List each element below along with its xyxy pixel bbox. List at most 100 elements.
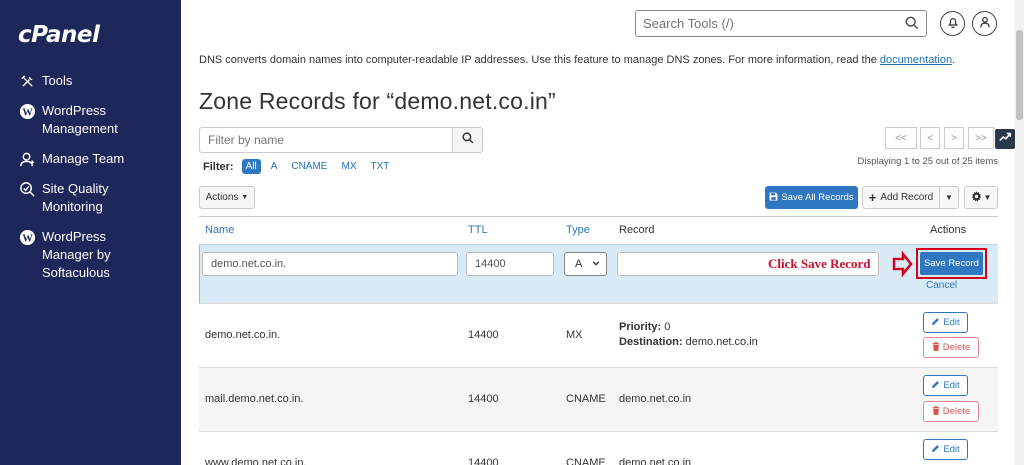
ttl-input[interactable]: 14400 xyxy=(466,252,554,276)
add-record-caret[interactable]: ▼ xyxy=(940,186,959,209)
edit-label: Edit xyxy=(943,444,960,455)
row-name: mail.demo.net.co.in. xyxy=(205,393,304,405)
scrollbar-thumb[interactable] xyxy=(1016,30,1023,120)
table-row xyxy=(199,303,998,367)
sidebar-item-label: WordPress Management xyxy=(42,103,118,136)
settings-dropdown[interactable]: ▼ xyxy=(964,186,998,209)
edit-button[interactable]: Edit xyxy=(923,312,968,333)
column-record: Record xyxy=(619,224,655,236)
sidebar-item-tools[interactable]: Tools xyxy=(18,72,72,90)
actions-dropdown[interactable]: Actions ▼ xyxy=(199,186,255,209)
row-name: www.demo.net.co.in. xyxy=(205,457,307,465)
search-tools xyxy=(635,10,927,37)
column-type[interactable]: Type xyxy=(566,224,590,236)
row-destination: Destination: demo.net.co.in xyxy=(619,336,758,348)
pager-first[interactable]: << xyxy=(885,127,917,149)
user-button[interactable] xyxy=(972,11,997,36)
filter-input[interactable] xyxy=(199,127,453,153)
edit-button[interactable]: Edit xyxy=(923,439,968,460)
actions-label: Actions xyxy=(205,192,239,203)
site-quality-icon xyxy=(18,180,36,198)
row-name: demo.net.co.in. xyxy=(205,329,281,341)
filter-cname[interactable]: CNAME xyxy=(291,161,327,172)
sidebar: cPanel Tools W WordPress Management Mana… xyxy=(0,0,181,465)
filter-label: Filter: xyxy=(203,160,234,173)
save-all-label: Save All Records xyxy=(781,192,854,203)
trash-icon xyxy=(932,341,940,354)
row-type: CNAME xyxy=(566,393,606,405)
add-record-label: Add Record xyxy=(880,192,934,203)
caret-down-icon: ▼ xyxy=(983,193,992,202)
bell-icon xyxy=(947,15,959,33)
edit-label: Edit xyxy=(943,317,960,328)
notifications-button[interactable] xyxy=(940,11,965,36)
caret-down-icon: ▼ xyxy=(945,193,953,202)
gear-icon xyxy=(971,191,982,204)
name-input[interactable]: demo.net.co.in. xyxy=(202,252,458,276)
edit-button[interactable]: Edit xyxy=(923,375,968,396)
user-icon xyxy=(979,15,991,33)
click-save-callout: Click Save Record xyxy=(768,256,871,271)
type-value: A xyxy=(575,258,583,270)
intro-sentence: DNS converts domain names into computer-… xyxy=(199,54,880,66)
save-all-records-button[interactable]: Save All Records xyxy=(765,186,858,209)
chevron-down-icon xyxy=(592,258,600,270)
destination-label: Destination: xyxy=(619,336,683,348)
displaying-count: Displaying 1 to 25 out of 25 items xyxy=(857,156,998,167)
row-ttl: 14400 xyxy=(468,457,499,465)
wordpress-icon: W xyxy=(18,228,36,246)
save-record-button[interactable]: Save Record xyxy=(920,252,983,275)
tools-icon xyxy=(18,72,36,90)
sidebar-item-manage-team[interactable]: Manage Team xyxy=(18,150,124,168)
sidebar-item-label: Manage Team xyxy=(42,151,125,166)
edit-label: Edit xyxy=(943,380,960,391)
filter-row: Filter: All A CNAME MX TXT xyxy=(203,159,403,174)
column-name[interactable]: Name xyxy=(205,224,234,236)
table-header-rule xyxy=(199,216,998,217)
row-record: demo.net.co.in xyxy=(619,393,692,405)
type-select[interactable]: A xyxy=(564,252,607,276)
trend-button[interactable] xyxy=(995,129,1015,149)
pager-prev[interactable]: < xyxy=(920,127,940,149)
manage-team-icon xyxy=(18,150,36,168)
documentation-link[interactable]: documentation xyxy=(880,54,952,66)
plus-icon: + xyxy=(868,190,877,205)
filter-search-button[interactable] xyxy=(452,127,483,153)
pencil-icon xyxy=(931,444,940,456)
sidebar-item-label: Tools xyxy=(42,73,73,88)
pager-last[interactable]: >> xyxy=(968,127,994,149)
cancel-link[interactable]: Cancel xyxy=(926,280,957,291)
sidebar-item-label: WordPress Manager by Softaculous xyxy=(42,229,111,280)
page-title: Zone Records for “demo.net.co.in” xyxy=(199,88,556,114)
cpanel-logo[interactable]: cPanel xyxy=(18,22,100,48)
delete-button[interactable]: Delete xyxy=(923,337,979,358)
intro-text: DNS converts domain names into computer-… xyxy=(199,54,955,66)
sidebar-item-wordpress-softaculous[interactable]: W WordPress Manager by Softaculous xyxy=(18,228,111,282)
pencil-icon xyxy=(931,317,940,329)
search-input[interactable] xyxy=(636,11,891,36)
filter-mx[interactable]: MX xyxy=(341,161,356,172)
search-icon xyxy=(461,131,474,149)
trend-icon xyxy=(998,130,1012,149)
filter-txt[interactable]: TXT xyxy=(370,161,389,172)
svg-text:W: W xyxy=(22,107,33,118)
sidebar-item-site-quality[interactable]: Site Quality Monitoring xyxy=(18,180,108,216)
destination-value: demo.net.co.in xyxy=(685,336,758,348)
arrow-right-icon xyxy=(892,250,914,282)
row-type: MX xyxy=(566,329,583,341)
wordpress-icon: W xyxy=(18,102,36,120)
delete-button[interactable]: Delete xyxy=(923,401,979,422)
column-ttl[interactable]: TTL xyxy=(468,224,488,236)
sidebar-item-wordpress-management[interactable]: W WordPress Management xyxy=(18,102,118,138)
row-ttl: 14400 xyxy=(468,329,499,341)
svg-text:W: W xyxy=(22,233,33,244)
search-icon[interactable] xyxy=(905,16,919,35)
page-scrollbar[interactable] xyxy=(1015,0,1024,465)
row-ttl: 14400 xyxy=(468,393,499,405)
pager-next[interactable]: > xyxy=(944,127,964,149)
add-record-button[interactable]: + Add Record xyxy=(862,186,940,209)
filter-a[interactable]: A xyxy=(271,161,278,172)
filter-all[interactable]: All xyxy=(241,159,261,174)
row-type: CNAME xyxy=(566,457,606,465)
intro-end: . xyxy=(952,54,956,66)
